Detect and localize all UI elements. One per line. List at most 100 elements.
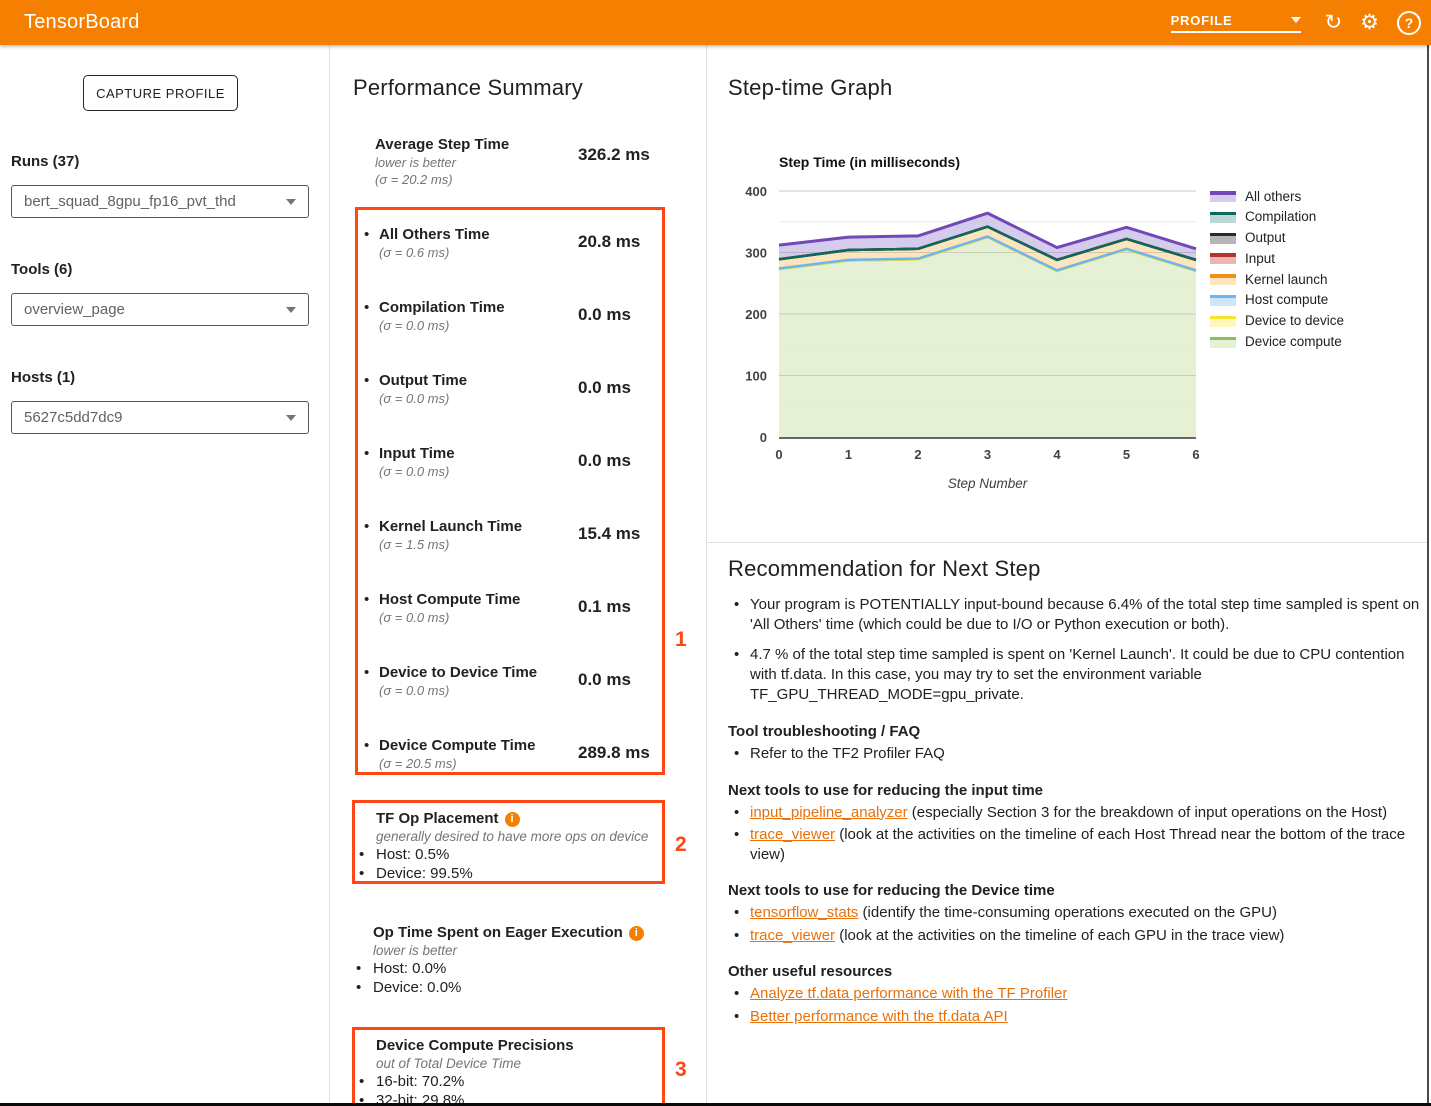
chart-legend: All others Compilation Output Input Kern… <box>1210 188 1344 354</box>
legend-label: Device to device <box>1245 313 1344 328</box>
chevron-down-icon <box>1291 17 1301 23</box>
refresh-icon[interactable]: ↻ <box>1325 12 1343 33</box>
metric-value: 289.8 ms <box>578 743 650 763</box>
chevron-down-icon <box>286 307 296 313</box>
legend-label: All others <box>1245 189 1301 204</box>
bullet-icon: • <box>364 518 369 535</box>
precisions-title: Device Compute Precisions <box>376 1037 574 1055</box>
info-icon[interactable]: i <box>505 812 520 827</box>
average-step-time-row: Average Step Time lower is better (σ = 2… <box>375 135 685 188</box>
tools-select[interactable]: overview_page <box>11 293 309 326</box>
info-icon[interactable]: i <box>629 926 644 941</box>
metric-value: 0.0 ms <box>578 670 631 690</box>
legend-swatch-icon <box>1210 190 1236 202</box>
metric-value: 0.0 ms <box>578 451 631 471</box>
trace-viewer-link[interactable]: trace_viewer <box>750 826 835 843</box>
performance-summary-title: Performance Summary <box>353 75 583 101</box>
analyze-tfdata-link[interactable]: Analyze tf.data performance with the TF … <box>750 985 1067 1002</box>
bullet-icon: • <box>364 737 369 754</box>
metric-sigma: (σ = 0.0 ms) <box>379 391 449 406</box>
bullet-icon: • <box>364 299 369 316</box>
app-title: TensorBoard <box>24 11 140 34</box>
metric-sigma: (σ = 0.0 ms) <box>379 318 449 333</box>
top-app-bar: TensorBoard PROFILE ↻ ⚙ ? <box>0 0 1431 45</box>
legend-item: Device to device <box>1210 313 1344 329</box>
legend-item: All others <box>1210 188 1344 204</box>
metric-value: 0.0 ms <box>578 378 631 398</box>
bullet-icon: • <box>364 445 369 462</box>
annotation-number-3: 3 <box>675 1058 687 1082</box>
metric-label: Host Compute Time <box>379 591 520 608</box>
recommendation-bullet: 4.7 % of the total step time sampled is … <box>728 645 1423 705</box>
topbar-controls: PROFILE ↻ ⚙ ? <box>1171 0 1421 45</box>
metric-value: 0.1 ms <box>578 597 631 617</box>
tool-link-item: tensorflow_stats (identify the time-cons… <box>728 903 1423 923</box>
legend-label: Output <box>1245 230 1286 245</box>
legend-swatch-icon <box>1210 336 1236 348</box>
input-tools-heading: Next tools to use for reducing the input… <box>728 781 1423 800</box>
tools-label: Tools (6) <box>11 261 72 278</box>
precisions-subtitle: out of Total Device Time <box>355 1056 662 1072</box>
hosts-select[interactable]: 5627c5dd7dc9 <box>11 401 309 434</box>
tf-op-placement-device: Device: 99.5% <box>355 865 662 883</box>
annotation-number-1: 1 <box>675 628 687 652</box>
eager-device: Device: 0.0% <box>352 979 665 997</box>
metric-value: 20.8 ms <box>578 232 640 252</box>
help-icon[interactable]: ? <box>1397 11 1421 35</box>
gear-icon[interactable]: ⚙ <box>1360 12 1379 33</box>
recommendation-bullet: Your program is POTENTIALLY input-bound … <box>728 595 1423 635</box>
chevron-down-icon <box>286 199 296 205</box>
annotation-box-2: TF Op Placementi generally desired to ha… <box>352 800 665 884</box>
legend-item: Compilation <box>1210 209 1344 225</box>
resource-link-item: Better performance with the tf.data API <box>728 1007 1423 1027</box>
recommendation-title: Recommendation for Next Step <box>728 556 1423 582</box>
metric-value: 15.4 ms <box>578 524 640 544</box>
right-panel: Step-time Graph 01002003004000123456Step… <box>707 45 1431 1106</box>
metric-sigma: (σ = 1.5 ms) <box>379 537 449 552</box>
svg-text:5: 5 <box>1123 447 1130 462</box>
resources-heading: Other useful resources <box>728 962 1423 981</box>
bullet-icon: • <box>364 372 369 389</box>
tool-link-description: (look at the activities on the timeline … <box>835 927 1284 944</box>
window-scrollbar[interactable] <box>1427 45 1429 1106</box>
svg-text:6: 6 <box>1192 447 1199 462</box>
better-performance-link[interactable]: Better performance with the tf.data API <box>750 1008 1008 1025</box>
resource-link-item: Analyze tf.data performance with the TF … <box>728 984 1423 1004</box>
legend-swatch-icon <box>1210 232 1236 244</box>
legend-label: Input <box>1245 251 1275 266</box>
input-pipeline-analyzer-link[interactable]: input_pipeline_analyzer <box>750 804 908 821</box>
runs-label: Runs (37) <box>11 153 79 170</box>
legend-item: Host compute <box>1210 292 1344 308</box>
legend-item: Device compute <box>1210 334 1344 350</box>
dashboard-selector[interactable]: PROFILE <box>1171 13 1301 33</box>
legend-label: Compilation <box>1245 209 1316 224</box>
runs-select[interactable]: bert_squad_8gpu_fp16_pvt_thd <box>11 185 309 218</box>
legend-item: Kernel launch <box>1210 271 1344 287</box>
eager-title: Op Time Spent on Eager Execution <box>373 924 623 942</box>
svg-text:3: 3 <box>984 447 991 462</box>
metric-sigma: (σ = 0.0 ms) <box>379 464 449 479</box>
legend-label: Kernel launch <box>1245 272 1328 287</box>
annotation-box-1: • All Others Time(σ = 0.6 ms) 20.8 ms • … <box>355 207 665 775</box>
metric-label: Kernel Launch Time <box>379 518 522 535</box>
tool-link-description: (identify the time-consuming operations … <box>858 904 1277 921</box>
metric-label: Input Time <box>379 445 455 462</box>
svg-text:Step Time (in milliseconds): Step Time (in milliseconds) <box>779 154 960 170</box>
bullet-icon: • <box>364 226 369 243</box>
tf-op-placement-host: Host: 0.5% <box>355 846 662 864</box>
trace-viewer-link[interactable]: trace_viewer <box>750 927 835 944</box>
legend-swatch-icon <box>1210 315 1236 327</box>
precisions-16bit: 16-bit: 70.2% <box>355 1073 662 1091</box>
svg-text:300: 300 <box>745 246 767 261</box>
metric-sigma: (σ = 0.6 ms) <box>379 245 449 260</box>
legend-label: Host compute <box>1245 292 1328 307</box>
tool-link-item: trace_viewer (look at the activities on … <box>728 825 1423 864</box>
capture-profile-button[interactable]: CAPTURE PROFILE <box>83 75 238 111</box>
tool-link-description: (especially Section 3 for the breakdown … <box>908 804 1387 821</box>
svg-text:0: 0 <box>760 430 767 445</box>
tensorflow-stats-link[interactable]: tensorflow_stats <box>750 904 858 921</box>
metric-sigma: (σ = 20.5 ms) <box>379 756 457 771</box>
metric-value: 326.2 ms <box>578 145 650 165</box>
hosts-select-value: 5627c5dd7dc9 <box>24 409 286 426</box>
svg-text:4: 4 <box>1053 447 1061 462</box>
